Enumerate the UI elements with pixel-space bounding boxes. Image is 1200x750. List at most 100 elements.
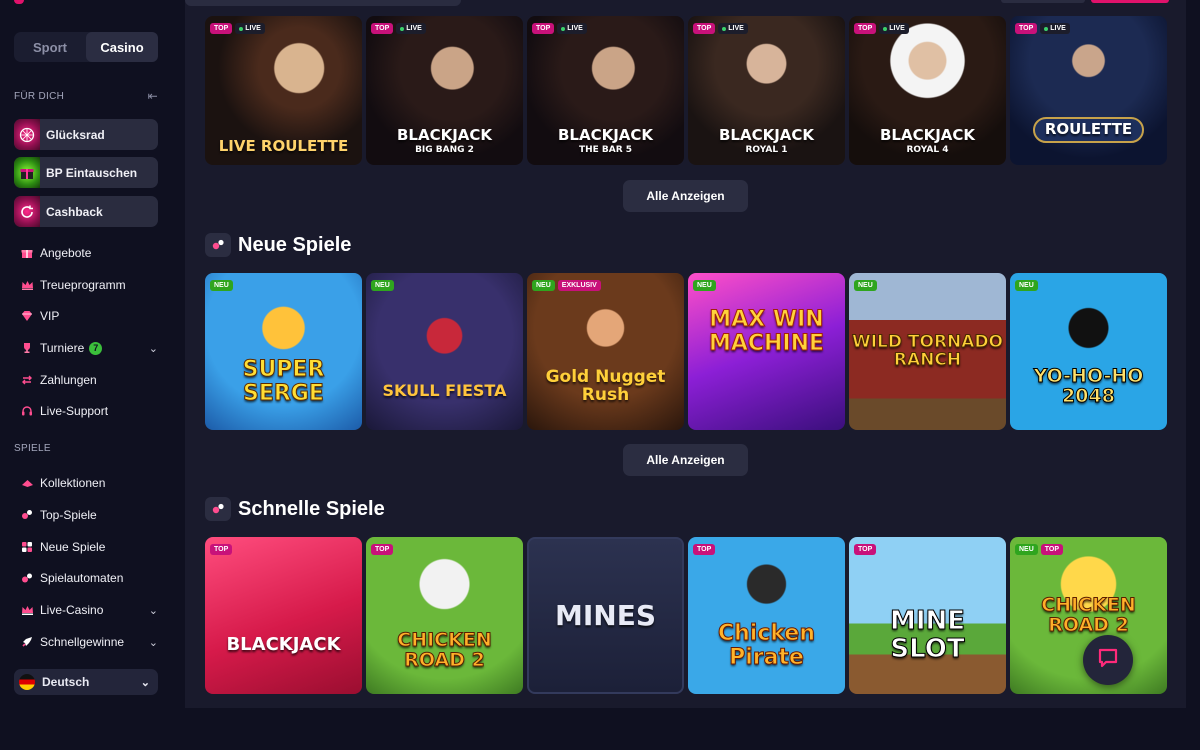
top-tag: TOP [532, 23, 555, 34]
game-tile[interactable]: TOP LIVE BLACKJACK ROYAL 4 [849, 16, 1006, 165]
game-title: ROULETTE [1032, 117, 1145, 143]
nav-spielautomaten[interactable]: Spielautomaten [20, 567, 158, 589]
game-tile[interactable]: TOP LIVE BLACKJACK ROYAL 1 [688, 16, 845, 165]
game-tile[interactable]: NEU EXKLUSIV Gold Nugget Rush [527, 273, 684, 430]
game-tile[interactable]: TOP BLACKJACK [205, 537, 362, 694]
collections-icon [20, 476, 34, 490]
chevron-down-icon[interactable]: ⌄ [149, 636, 158, 649]
new-tag: NEU [693, 280, 716, 291]
nav-kollektionen[interactable]: Kollektionen [20, 472, 158, 494]
top-tag: TOP [210, 544, 233, 555]
game-title: BLACKJACK THE BAR 5 [557, 125, 654, 155]
register-button-edge[interactable] [1091, 0, 1169, 3]
game-title: WILD TORNADO RANCH [851, 331, 1004, 370]
nav-turniere[interactable]: Turniere 7 ⌄ [20, 337, 158, 359]
tab-casino[interactable]: Casino [86, 32, 158, 62]
nav-vip[interactable]: VIP [20, 305, 158, 327]
cashback-icon [14, 196, 40, 227]
chat-support-button[interactable] [1083, 635, 1133, 685]
chat-icon [1096, 646, 1120, 675]
live-tag: LIVE [235, 23, 265, 34]
top-tag: TOP [371, 544, 394, 555]
language-select[interactable]: Deutsch ⌄ [14, 669, 158, 695]
chevron-down-icon: ⌄ [140, 676, 150, 689]
top-tag: TOP [1040, 544, 1064, 555]
chevron-down-icon[interactable]: ⌄ [149, 604, 158, 617]
german-flag-icon [19, 674, 35, 690]
new-tag: NEU [1015, 544, 1038, 555]
game-tile[interactable]: TOP CHICKEN ROAD 2 [366, 537, 523, 694]
top-games-icon [20, 508, 34, 522]
new-tag: NEU [210, 280, 233, 291]
exclusive-tag: EXKLUSIV [557, 280, 601, 291]
live-tag: LIVE [396, 23, 426, 34]
promo-bp-eintauschen[interactable]: BP Eintauschen [14, 157, 158, 188]
show-all-new-button[interactable]: Alle Anzeigen [623, 444, 748, 476]
game-title: Chicken Pirate [717, 621, 815, 670]
game-tile[interactable]: TOP LIVE ROULETTE [1010, 16, 1167, 165]
section-title-fast-games: Schnelle Spiele [205, 497, 385, 521]
logo-accent [14, 0, 24, 4]
live-tag: LIVE [879, 23, 909, 34]
game-tile[interactable]: TOP Chicken Pirate [688, 537, 845, 694]
live-games-row: TOP LIVE LIVE ROULETTE TOP LIVE BLACKJACK B… [205, 16, 1167, 165]
turniere-count-badge: 7 [89, 341, 103, 355]
search-bar-edge[interactable] [185, 0, 461, 6]
nav-zahlungen[interactable]: Zahlungen [20, 369, 158, 391]
game-tile[interactable]: NEU MAX WIN MACHINE [688, 273, 845, 430]
live-tag: LIVE [557, 23, 587, 34]
nav-live-support[interactable]: Live-Support [20, 400, 158, 422]
game-title: YO-HO-HO 2048 [1033, 364, 1144, 407]
rocket-icon [20, 635, 34, 649]
nav-live-casino[interactable]: Live-Casino ⌄ [20, 599, 158, 621]
top-tag: TOP [693, 544, 716, 555]
game-title: CHICKEN ROAD 2 [397, 628, 492, 671]
game-title: MAX WIN MACHINE [708, 307, 825, 356]
game-tile[interactable]: NEU SUPER SERGE [205, 273, 362, 430]
game-tile[interactable]: MINES [527, 537, 684, 694]
promo-glucksrad[interactable]: Glücksrad [14, 119, 158, 150]
game-title: Gold Nugget Rush [545, 366, 666, 405]
game-tile[interactable]: TOP LIVE BLACKJACK THE BAR 5 [527, 16, 684, 165]
game-tile[interactable]: NEU WILD TORNADO RANCH [849, 273, 1006, 430]
new-games-icon [205, 233, 231, 257]
fast-games-icon [205, 497, 231, 521]
new-games-icon [20, 540, 34, 554]
sport-casino-toggle: Sport Casino [14, 32, 158, 62]
nav-treueprogramm[interactable]: Treueprogramm [20, 274, 158, 296]
game-title: CHICKEN ROAD 2 [1041, 593, 1136, 636]
game-title: SKULL FIESTA [382, 381, 507, 401]
game-tile[interactable]: NEU SKULL FIESTA [366, 273, 523, 430]
game-title: MINE SLOT [889, 606, 966, 664]
game-tile[interactable]: TOP MINE SLOT [849, 537, 1006, 694]
promo-cashback[interactable]: Cashback [14, 196, 158, 227]
collapse-sidebar-icon[interactable]: ⇤ [148, 89, 158, 103]
game-tile[interactable]: NEU YO-HO-HO 2048 [1010, 273, 1167, 430]
trophy-icon [20, 341, 34, 355]
nav-neue-spiele[interactable]: Neue Spiele [20, 536, 158, 558]
nav-angebote[interactable]: Angebote [20, 242, 158, 264]
gift-icon [20, 246, 34, 260]
game-title: MINES [554, 598, 656, 632]
for-you-heading: FÜR DICH ⇤ [14, 89, 158, 103]
top-tag: TOP [854, 23, 877, 34]
tab-sport[interactable]: Sport [14, 32, 86, 62]
new-tag: NEU [854, 280, 877, 291]
login-button-edge[interactable] [1001, 0, 1085, 3]
new-games-row: NEU SUPER SERGE NEU SKULL FIESTA NEU EXKL… [205, 273, 1167, 430]
nav-schnellgewinne[interactable]: Schnellgewinne ⌄ [20, 631, 158, 653]
headset-icon [20, 404, 34, 418]
game-title: SUPER SERGE [242, 357, 325, 406]
chevron-down-icon[interactable]: ⌄ [149, 342, 158, 355]
game-tile[interactable]: TOP LIVE BLACKJACK BIG BANG 2 [366, 16, 523, 165]
show-all-live-button[interactable]: Alle Anzeigen [623, 180, 748, 212]
slots-icon [20, 571, 34, 585]
live-tag: LIVE [1040, 23, 1070, 34]
top-tag: TOP [854, 544, 877, 555]
game-tile[interactable]: TOP LIVE LIVE ROULETTE [205, 16, 362, 165]
crown-icon [20, 278, 34, 292]
new-tag: NEU [532, 280, 555, 291]
top-tag: TOP [371, 23, 394, 34]
game-title: BLACKJACK [226, 634, 341, 656]
nav-top-spiele[interactable]: Top-Spiele [20, 504, 158, 526]
